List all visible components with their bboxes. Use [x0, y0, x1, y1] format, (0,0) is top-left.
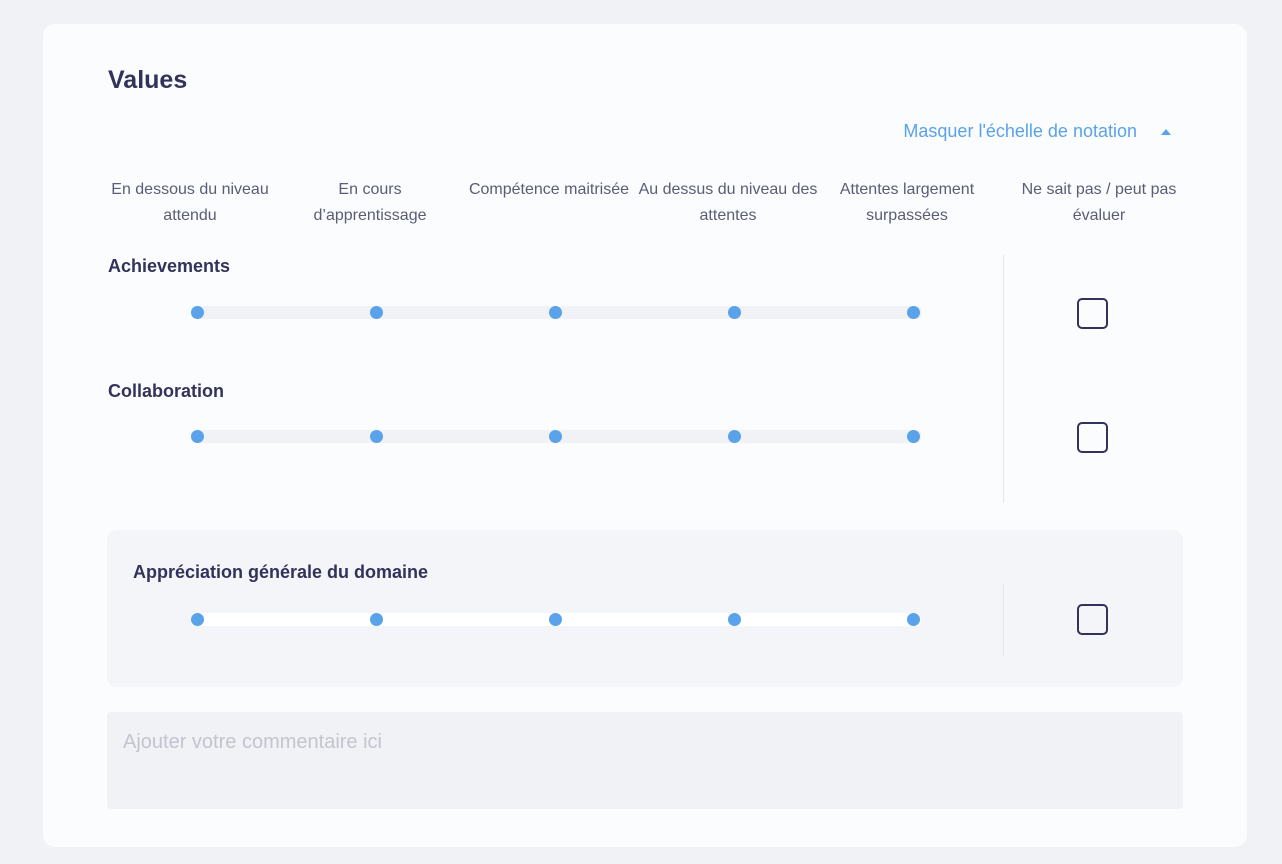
- rating-point-5[interactable]: [907, 430, 920, 443]
- cannot-evaluate-checkbox-overall[interactable]: [1077, 604, 1108, 635]
- rating-point-3[interactable]: [549, 306, 562, 319]
- section-title: Values: [108, 66, 188, 94]
- rating-slider-overall[interactable]: [191, 613, 921, 626]
- rating-point-1[interactable]: [191, 306, 204, 319]
- rating-slider-achievements[interactable]: [191, 306, 921, 319]
- rating-point-5[interactable]: [907, 306, 920, 319]
- comment-input[interactable]: [107, 712, 1183, 809]
- column-divider: [1003, 584, 1004, 656]
- values-card: Values Masquer l'échelle de notation En …: [43, 24, 1247, 847]
- column-divider: [1003, 255, 1004, 503]
- scale-header-far-exceeded: Attentes largement surpassées: [839, 181, 975, 224]
- toggle-rating-scale-button[interactable]: Masquer l'échelle de notation: [903, 121, 1171, 142]
- rating-point-1[interactable]: [191, 430, 204, 443]
- cannot-evaluate-checkbox-achievements[interactable]: [1077, 298, 1108, 329]
- criterion-label-collaboration: Collaboration: [108, 381, 224, 401]
- scale-header-above-expected: Au dessus du niveau des attentes: [638, 181, 818, 224]
- overall-appreciation-panel: Appréciation générale du domaine: [107, 530, 1183, 687]
- rating-point-5[interactable]: [907, 613, 920, 626]
- rating-point-3[interactable]: [549, 613, 562, 626]
- rating-point-2[interactable]: [370, 613, 383, 626]
- cannot-evaluate-checkbox-collaboration[interactable]: [1077, 422, 1108, 453]
- rating-point-4[interactable]: [728, 613, 741, 626]
- scale-header-cannot-evaluate: Ne sait pas / peut pas évaluer: [1021, 181, 1177, 224]
- scale-header-mastered: Compétence maitrisée: [468, 181, 630, 198]
- rating-point-4[interactable]: [728, 306, 741, 319]
- scale-header-below-expected: En dessous du niveau attendu: [111, 181, 269, 224]
- rating-point-2[interactable]: [370, 430, 383, 443]
- criterion-label-achievements: Achievements: [108, 256, 231, 276]
- overall-appreciation-label: Appréciation générale du domaine: [133, 562, 429, 582]
- caret-up-icon: [1161, 128, 1171, 135]
- rating-point-1[interactable]: [191, 613, 204, 626]
- rating-point-4[interactable]: [728, 430, 741, 443]
- toggle-rating-scale-label: Masquer l'échelle de notation: [903, 121, 1137, 141]
- rating-slider-collaboration[interactable]: [191, 430, 921, 443]
- scale-header-learning: En cours d’apprentissage: [313, 181, 427, 224]
- rating-point-3[interactable]: [549, 430, 562, 443]
- rating-point-2[interactable]: [370, 306, 383, 319]
